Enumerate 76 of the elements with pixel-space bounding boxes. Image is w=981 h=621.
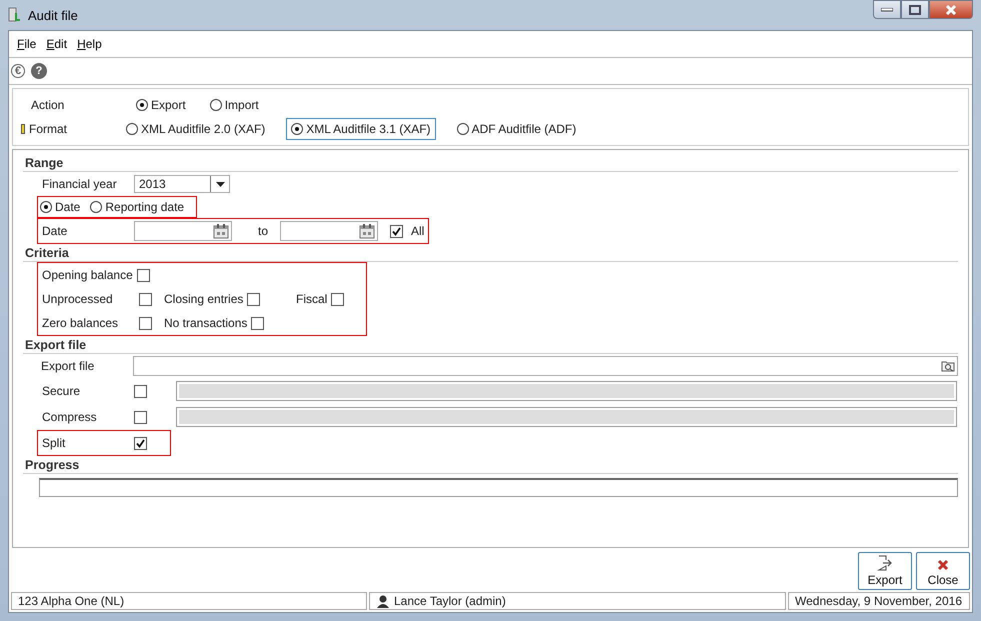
radio-button[interactable] bbox=[456, 123, 469, 135]
status-user: Lance Taylor (admin) bbox=[394, 594, 506, 608]
field-label: Financial year bbox=[41, 177, 118, 191]
radio-option[interactable]: XML Auditfile 3.1 (XAF) bbox=[286, 118, 436, 140]
close-icon[interactable] bbox=[929, 0, 973, 19]
field-label: to bbox=[258, 224, 268, 238]
field-label: Format bbox=[29, 122, 68, 136]
status-date: Wednesday, 9 November, 2016 bbox=[788, 592, 970, 610]
date-field[interactable] bbox=[134, 221, 232, 241]
radio-button[interactable] bbox=[136, 99, 148, 111]
dropdown-arrow-icon bbox=[216, 182, 224, 186]
radio-option[interactable]: ADF Auditfile (ADF) bbox=[454, 120, 580, 138]
checkbox[interactable] bbox=[331, 292, 344, 306]
app-icon bbox=[8, 7, 22, 23]
checkbox-label: Split bbox=[41, 436, 66, 450]
menu-item[interactable]: Edit bbox=[44, 35, 76, 53]
radio-button[interactable] bbox=[210, 99, 222, 111]
radio-button[interactable] bbox=[126, 123, 138, 135]
folder-search-icon[interactable] bbox=[941, 360, 955, 372]
option-label: Import bbox=[224, 98, 259, 112]
close-button[interactable]: Close bbox=[916, 552, 970, 590]
option-label: Date bbox=[55, 200, 80, 214]
field-label: Action bbox=[30, 98, 66, 112]
help-button[interactable]: ? bbox=[31, 63, 47, 79]
checkbox-label: Zero balances bbox=[42, 316, 118, 330]
checkbox[interactable] bbox=[390, 224, 404, 238]
menu-item[interactable]: Help bbox=[75, 35, 110, 53]
section-title: Criteria bbox=[23, 244, 958, 262]
checkbox-label: Fiscal bbox=[296, 292, 328, 306]
field-label: Export file bbox=[40, 359, 96, 373]
year-dropdown[interactable]: 2013 bbox=[134, 175, 230, 193]
option-label: Export bbox=[151, 98, 186, 112]
radio-option[interactable]: XML Auditfile 2.0 (XAF) bbox=[123, 120, 268, 138]
checkbox-label: Secure bbox=[41, 384, 82, 398]
close-icon bbox=[937, 559, 949, 571]
status-company: 123 Alpha One (NL) bbox=[11, 592, 367, 610]
checkbox[interactable] bbox=[136, 268, 150, 282]
radio-button[interactable] bbox=[40, 201, 52, 213]
checkbox[interactable] bbox=[134, 384, 147, 398]
checkbox-label: Unprocessed bbox=[42, 292, 113, 306]
checkbox-label: No transactions bbox=[164, 316, 248, 330]
checkbox[interactable] bbox=[134, 436, 147, 450]
section-title: Progress bbox=[23, 456, 958, 474]
checkbox-label: All bbox=[411, 224, 424, 238]
option-label: XML Auditfile 3.1 (XAF) bbox=[306, 122, 431, 136]
file-path-field[interactable] bbox=[133, 356, 958, 376]
window-title: Audit file bbox=[28, 8, 78, 22]
calendar-icon[interactable] bbox=[359, 223, 376, 239]
option-label: Reporting date bbox=[105, 200, 184, 214]
checkbox-label: Compress bbox=[41, 410, 98, 424]
export-button[interactable]: Export bbox=[858, 552, 912, 590]
radio-button[interactable] bbox=[291, 123, 304, 135]
field-label: Date bbox=[41, 224, 68, 238]
checkbox[interactable] bbox=[139, 316, 152, 330]
calendar-icon[interactable] bbox=[213, 223, 229, 239]
export-icon bbox=[877, 555, 893, 571]
maximize-icon bbox=[909, 4, 921, 14]
section-title: Range bbox=[23, 154, 958, 172]
date-field[interactable] bbox=[280, 221, 378, 241]
menu-item[interactable]: File bbox=[15, 35, 44, 53]
checkbox-label: Closing entries bbox=[164, 292, 244, 306]
checkbox-label: Opening balance bbox=[42, 268, 133, 282]
option-label: XML Auditfile 2.0 (XAF) bbox=[141, 122, 266, 136]
minimize-button[interactable] bbox=[873, 0, 901, 19]
checkbox[interactable] bbox=[134, 410, 147, 424]
checkbox[interactable] bbox=[139, 292, 152, 306]
required-marker-icon bbox=[21, 124, 25, 134]
maximize-button[interactable] bbox=[901, 0, 929, 19]
currency-button[interactable]: € bbox=[11, 64, 25, 78]
checkbox[interactable] bbox=[251, 316, 264, 330]
user-icon bbox=[376, 594, 390, 608]
radio-button[interactable] bbox=[90, 201, 102, 213]
minimize-icon bbox=[881, 8, 893, 12]
section-title: Export file bbox=[23, 336, 958, 354]
checkbox[interactable] bbox=[247, 292, 260, 306]
option-label: ADF Auditfile (ADF) bbox=[472, 122, 576, 136]
